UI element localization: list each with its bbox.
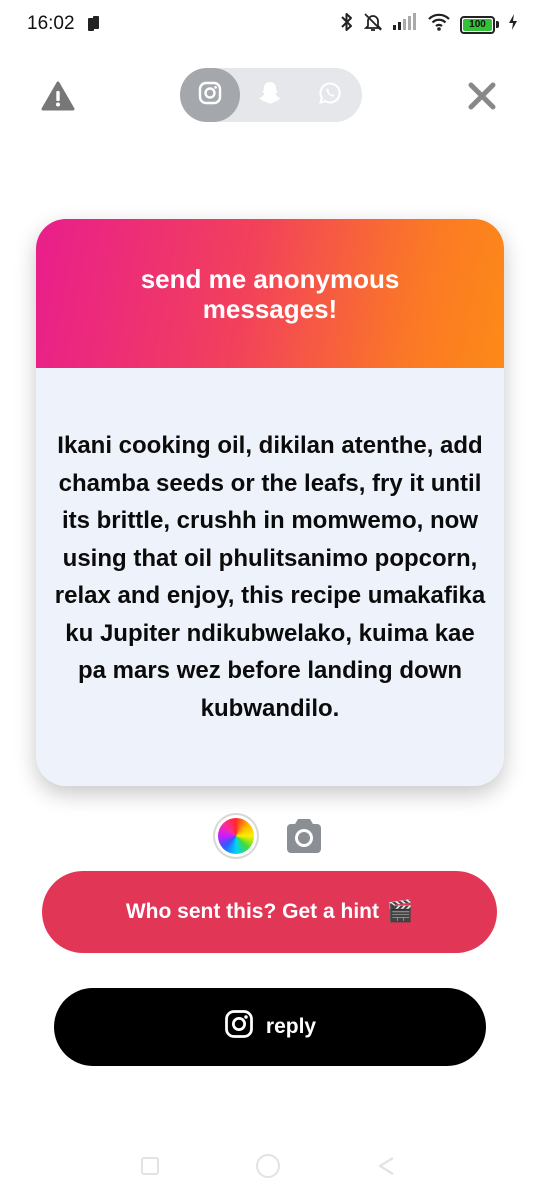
message-card: send me anonymous messages! Ikani cookin… <box>36 219 504 786</box>
platform-switch <box>180 68 362 122</box>
battery-icon: 100 <box>460 15 499 34</box>
back-icon[interactable] <box>376 1155 396 1177</box>
anonymous-message: Ikani cooking oil, dikilan atenthe, add … <box>54 432 486 722</box>
home-icon[interactable] <box>256 1154 280 1178</box>
recent-apps-icon[interactable] <box>141 1157 159 1175</box>
status-bar: 16:02 100 <box>0 0 540 50</box>
reply-button[interactable]: reply <box>54 988 486 1066</box>
color-wheel-icon[interactable] <box>218 818 254 854</box>
card-title: send me anonymous messages! <box>140 263 400 324</box>
snapchat-tab[interactable] <box>240 68 300 122</box>
mute-icon <box>363 12 383 37</box>
snapchat-icon <box>257 80 283 111</box>
signal-icon <box>392 13 418 36</box>
top-bar <box>0 66 540 124</box>
whatsapp-icon <box>318 81 342 110</box>
instagram-icon <box>198 81 222 110</box>
bluetooth-icon <box>340 12 354 37</box>
instagram-tab[interactable] <box>180 68 240 122</box>
hint-button-label: Who sent this? Get a hint <box>125 900 379 923</box>
get-hint-button[interactable]: Who sent this? Get a hint 🎬 <box>42 871 497 953</box>
reply-button-label: reply <box>265 1015 317 1038</box>
warning-icon[interactable] <box>40 80 76 112</box>
clapperboard-icon: 🎬 <box>387 900 414 923</box>
battery-level: 100 <box>463 18 492 31</box>
instagram-icon <box>224 1009 254 1045</box>
sim-icon <box>86 15 100 38</box>
charging-icon <box>508 13 518 36</box>
close-icon[interactable] <box>464 78 500 114</box>
camera-icon[interactable] <box>283 816 325 856</box>
wifi-icon <box>427 12 451 37</box>
navigation-bar <box>0 1145 540 1185</box>
card-body: Ikani cooking oil, dikilan atenthe, add … <box>36 368 504 786</box>
card-header: send me anonymous messages! <box>36 219 504 368</box>
whatsapp-tab[interactable] <box>300 68 360 122</box>
status-time: 16:02 <box>27 13 75 34</box>
